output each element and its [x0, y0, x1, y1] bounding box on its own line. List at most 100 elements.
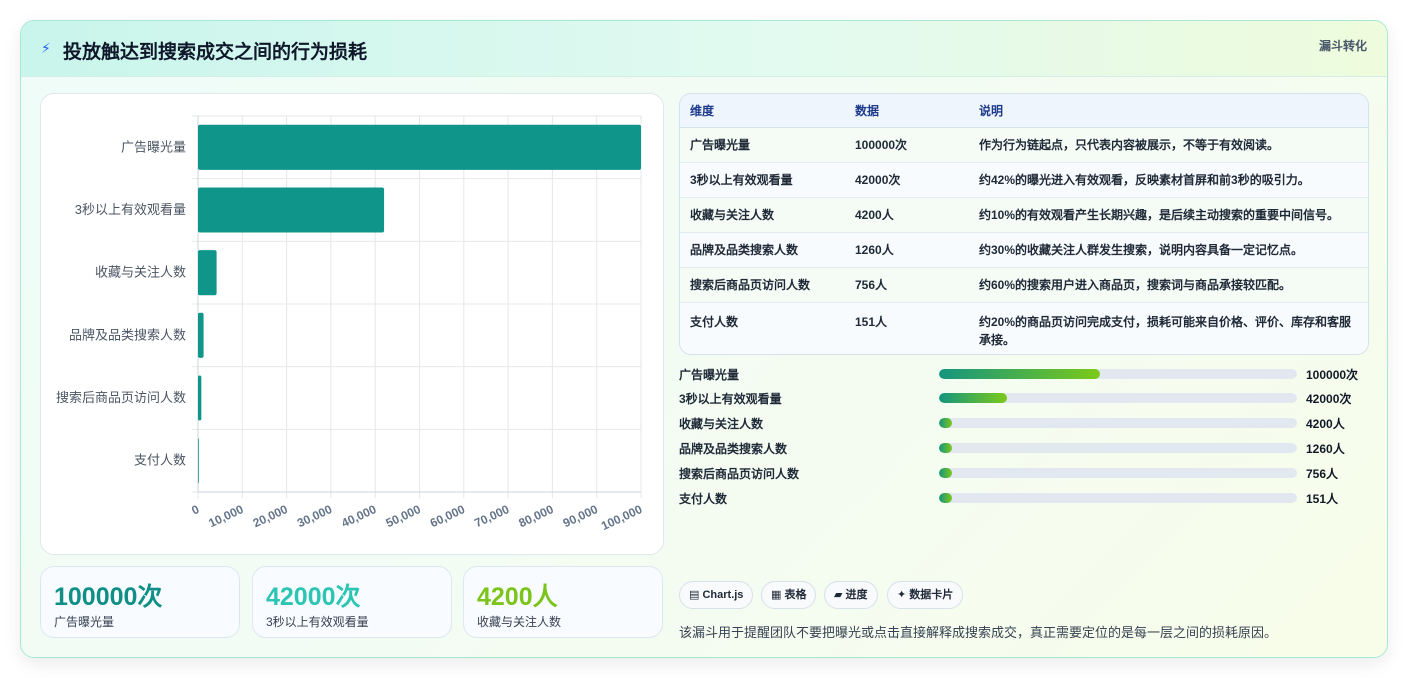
pill-table[interactable]: ▦ 表格 [761, 581, 817, 609]
kpi-value: 4200人 [477, 583, 558, 611]
y-tick-label: 收藏与关注人数 [95, 265, 186, 280]
row-data: 4200人 [845, 197, 969, 233]
progress-fill [939, 393, 1008, 403]
bar [198, 375, 202, 421]
x-tick-label: 40,000 [339, 502, 378, 530]
row-description: 约10%的有效观看产生长期兴趣，是后续主动搜索的重要中间信号。 [969, 197, 1368, 233]
kpi-value: 100000次 [54, 583, 163, 611]
y-tick-label: 搜索后商品页访问人数 [56, 390, 186, 405]
row-description: 约30%的收藏关注人群发生搜索，说明内容具备一定记忆点。 [969, 232, 1368, 268]
kpi-card-views: 42000次 3秒以上有效观看量 [252, 566, 452, 638]
x-tick-label: 60,000 [428, 502, 467, 530]
footnote: 该漏斗用于提醒团队不要把曝光或点击直接解释成搜索成交，真正需要定位的是每一层之间… [679, 625, 1278, 640]
progress-row: 搜索后商品页访问人数 756人 [679, 463, 1379, 483]
row-dimension: 支付人数 [680, 302, 845, 354]
progress-value: 756人 [1306, 467, 1339, 481]
row-description: 约60%的搜索用户进入商品页，搜索词与商品承接较匹配。 [969, 267, 1368, 303]
x-tick-label: 20,000 [251, 502, 290, 530]
y-tick-label: 支付人数 [134, 453, 186, 468]
table-row: 广告曝光量 100000次 作为行为链起点，只代表内容被展示，不等于有效阅读。 [680, 127, 1368, 163]
progress-row: 3秒以上有效观看量 42000次 [679, 388, 1379, 408]
progress-label: 3秒以上有效观看量 [679, 392, 782, 406]
card-tag: 漏斗转化 [1318, 39, 1367, 53]
bar [198, 312, 204, 358]
row-data: 100000次 [845, 127, 969, 163]
row-dimension: 收藏与关注人数 [680, 197, 845, 233]
x-tick-label: 10,000 [206, 502, 245, 530]
lightning-icon: ⚡ [41, 40, 51, 56]
table-header-data: 数据 [845, 94, 969, 128]
x-tick-label: 70,000 [472, 502, 511, 530]
kpi-card-exposure: 100000次 广告曝光量 [40, 566, 240, 638]
progress-track [939, 443, 1297, 453]
row-data: 1260人 [845, 232, 969, 268]
progress-fill [939, 443, 952, 453]
card-header: ⚡ 投放触达到搜索成交之间的行为损耗 漏斗转化 [21, 21, 1387, 77]
progress-track [939, 369, 1297, 379]
x-tick-label: 50,000 [384, 502, 423, 530]
pill-chartjs[interactable]: ▤ Chart.js [679, 581, 754, 609]
progress-label: 收藏与关注人数 [679, 417, 764, 431]
pill-label: 表格 [784, 589, 807, 601]
y-tick-label: 广告曝光量 [121, 139, 186, 154]
card-title: 投放触达到搜索成交之间的行为损耗 [63, 42, 368, 63]
progress-icon: ▰ [834, 589, 843, 601]
table-row: 支付人数 151人 约20%的商品页访问完成支付，损耗可能来自价格、评价、库存和… [680, 302, 1368, 354]
row-data: 756人 [845, 267, 969, 303]
table-header-description: 说明 [969, 94, 1368, 128]
bar [198, 187, 385, 233]
row-dimension: 品牌及品类搜索人数 [680, 232, 845, 268]
y-tick-label: 品牌及品类搜索人数 [69, 327, 186, 342]
progress-track [939, 493, 1297, 503]
progress-row: 品牌及品类搜索人数 1260人 [679, 438, 1379, 458]
progress-fill [939, 468, 952, 478]
row-data: 42000次 [845, 162, 969, 198]
progress-row: 广告曝光量 100000次 [679, 364, 1379, 384]
row-description: 约20%的商品页访问完成支付，损耗可能来自价格、评价、库存和客服承接。 [969, 302, 1368, 354]
kpi-card-follows: 4200人 收藏与关注人数 [463, 566, 663, 638]
bar [198, 250, 217, 296]
kpi-value: 42000次 [266, 583, 361, 611]
progress-track [939, 468, 1297, 478]
progress-row: 收藏与关注人数 4200人 [679, 413, 1379, 433]
row-description: 作为行为链起点，只代表内容被展示，不等于有效阅读。 [969, 127, 1368, 163]
bar-chart: 0 10,000 20,000 30,000 40,000 50,000 60,000 70,… [56, 115, 645, 533]
pill-label: Chart.js [702, 589, 744, 601]
x-tick-label: 80,000 [516, 502, 555, 530]
row-dimension: 3秒以上有效观看量 [680, 162, 845, 198]
kpi-label: 收藏与关注人数 [477, 615, 562, 629]
progress-fill [939, 369, 1101, 379]
progress-value: 42000次 [1306, 392, 1352, 406]
pill-progress[interactable]: ▰ 进度 [824, 581, 878, 609]
progress-value: 151人 [1306, 492, 1339, 506]
funnel-card: ⚡ 投放触达到搜索成交之间的行为损耗 漏斗转化 0 10,000 20,000 30,… [20, 20, 1388, 658]
table-row: 搜索后商品页访问人数 756人 约60%的搜索用户进入商品页，搜索词与商品承接较… [680, 267, 1368, 303]
row-description: 约42%的曝光进入有效观看，反映素材首屏和前3秒的吸引力。 [969, 162, 1368, 198]
row-dimension: 搜索后商品页访问人数 [680, 267, 845, 303]
progress-row: 支付人数 151人 [679, 488, 1379, 508]
progress-label: 支付人数 [679, 492, 728, 506]
pill-data-card[interactable]: ✦ 数据卡片 [887, 581, 964, 609]
progress-label: 品牌及品类搜索人数 [679, 442, 788, 456]
funnel-table: 维度 数据 说明 广告曝光量 100000次 作为行为链起点，只代表内容被展示，… [679, 93, 1369, 355]
table-header-dimension: 维度 [680, 94, 845, 128]
progress-value: 1260人 [1306, 442, 1345, 456]
bar [198, 438, 199, 484]
progress-fill [939, 493, 952, 503]
table-icon: ▦ [771, 589, 782, 601]
row-data: 151人 [845, 302, 969, 354]
x-tick-label: 100,000 [599, 502, 645, 533]
progress-fill [939, 418, 952, 428]
bar-chart-panel: 0 10,000 20,000 30,000 40,000 50,000 60,000 70,… [40, 93, 664, 555]
progress-value: 4200人 [1306, 417, 1345, 431]
progress-label: 广告曝光量 [679, 368, 740, 382]
progress-value: 100000次 [1306, 368, 1359, 382]
sparkle-icon: ✦ [897, 589, 907, 601]
table-row: 品牌及品类搜索人数 1260人 约30%的收藏关注人群发生搜索，说明内容具备一定… [680, 232, 1368, 268]
pill-label: 数据卡片 [909, 589, 954, 601]
progress-label: 搜索后商品页访问人数 [679, 467, 800, 481]
kpi-label: 3秒以上有效观看量 [266, 615, 369, 629]
table-row: 收藏与关注人数 4200人 约10%的有效观看产生长期兴趣，是后续主动搜索的重要… [680, 197, 1368, 233]
row-dimension: 广告曝光量 [680, 127, 845, 163]
bar [198, 124, 641, 170]
